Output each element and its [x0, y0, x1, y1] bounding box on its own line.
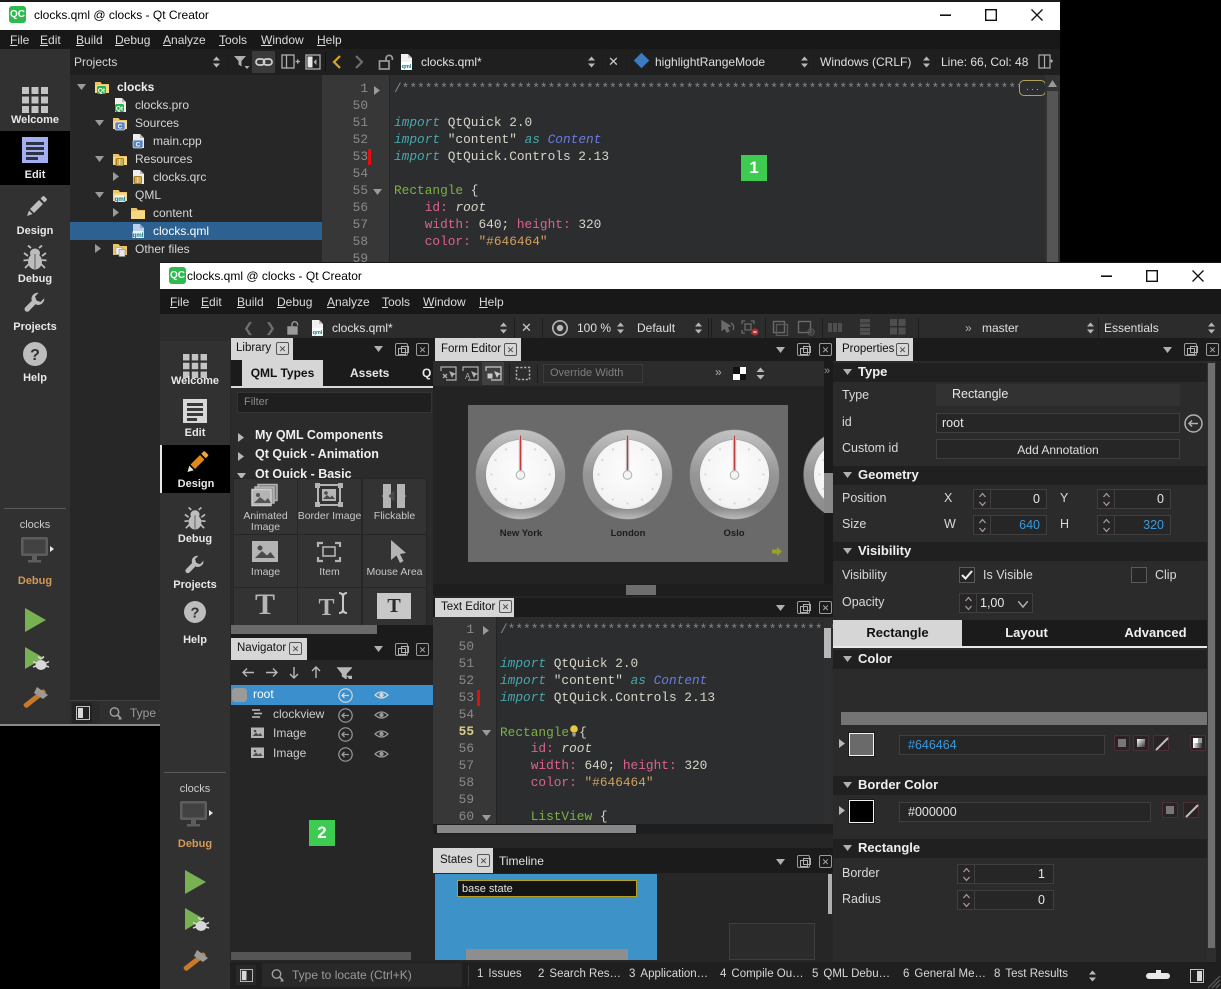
svg-text:?: ?	[191, 606, 200, 622]
svg-text:qml: qml	[313, 330, 323, 336]
svg-text:A: A	[465, 372, 471, 381]
svg-text:?: ?	[30, 347, 40, 364]
svg-text:qml: qml	[402, 64, 412, 70]
